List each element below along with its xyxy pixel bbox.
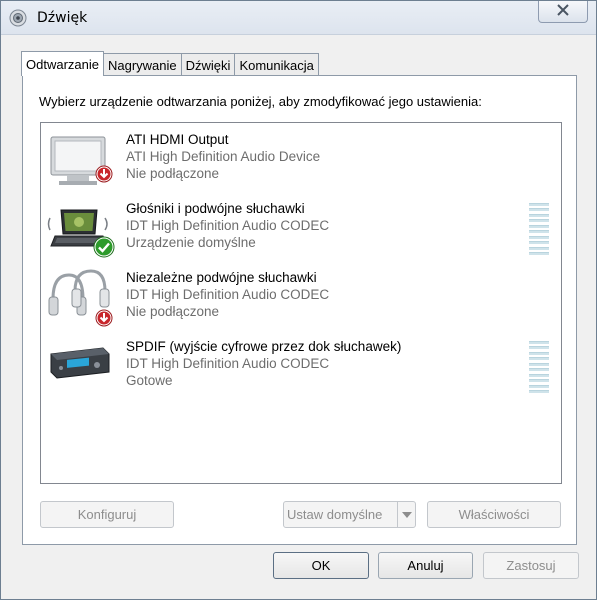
device-name: ATI HDMI Output <box>126 132 229 147</box>
device-status: Nie podłączone <box>126 166 220 181</box>
instruction-text: Wybierz urządzenie odtwarzania poniżej, … <box>39 94 482 109</box>
device-item-spdif[interactable]: SPDIF (wyjście cyfrowe przez dok słuchaw… <box>45 338 557 404</box>
device-item-headphones[interactable]: Niezależne podwójne słuchawki IDT High D… <box>45 269 557 335</box>
set-default-label: Ustaw domyślne <box>287 507 383 522</box>
device-item-hdmi[interactable]: ATI HDMI Output ATI High Definition Audi… <box>45 131 557 197</box>
cancel-button[interactable]: Anuluj <box>378 552 473 579</box>
device-driver: ATI High Definition Audio Device <box>126 149 321 164</box>
device-item-speakers[interactable]: Głośniki i podwójne słuchawki IDT High D… <box>45 200 557 266</box>
properties-button[interactable]: Właściwości <box>427 501 561 528</box>
device-status: Gotowe <box>126 373 173 388</box>
title-bar[interactable]: Dźwięk <box>1 1 596 35</box>
speaker-icon <box>9 9 27 27</box>
tab-communications[interactable]: Komunikacja <box>234 53 319 76</box>
device-status: Nie podłączone <box>126 304 220 319</box>
tab-playback[interactable]: Odtwarzanie <box>21 51 104 76</box>
tab-sounds[interactable]: Dźwięki <box>180 53 236 76</box>
sound-dialog: Dźwięk Odtwarzanie Nagrywanie Dźwięki Ko… <box>0 0 597 600</box>
ok-button[interactable]: OK <box>273 552 369 579</box>
default-check-icon <box>93 236 115 261</box>
device-driver: IDT High Definition Audio CODEC <box>126 218 330 233</box>
apply-button[interactable]: Zastosuj <box>483 552 579 579</box>
device-name: SPDIF (wyjście cyfrowe przez dok słuchaw… <box>126 339 402 354</box>
window-title: Dźwięk <box>37 10 88 26</box>
spdif-receiver-icon <box>47 338 111 402</box>
volume-meter <box>529 341 549 393</box>
playback-panel: Wybierz urządzenie odtwarzania poniżej, … <box>22 75 577 545</box>
device-status: Urządzenie domyślne <box>126 235 256 250</box>
device-driver: IDT High Definition Audio CODEC <box>126 287 330 302</box>
close-button[interactable] <box>538 1 588 23</box>
tab-recording[interactable]: Nagrywanie <box>102 53 182 76</box>
close-icon <box>556 4 570 19</box>
chevron-down-icon[interactable] <box>397 502 415 527</box>
tab-strip: Odtwarzanie Nagrywanie Dźwięki Komunikac… <box>21 51 319 76</box>
device-name: Niezależne podwójne słuchawki <box>126 270 317 285</box>
configure-button[interactable]: Konfiguruj <box>40 501 174 528</box>
disconnected-badge-icon <box>95 309 113 330</box>
device-driver: IDT High Definition Audio CODEC <box>126 356 330 371</box>
set-default-split-button[interactable]: Ustaw domyślne <box>283 501 416 528</box>
device-name: Głośniki i podwójne słuchawki <box>126 201 305 216</box>
volume-meter <box>529 203 549 255</box>
device-list: ATI HDMI Output ATI High Definition Audi… <box>40 122 562 484</box>
disconnected-badge-icon <box>95 165 113 186</box>
